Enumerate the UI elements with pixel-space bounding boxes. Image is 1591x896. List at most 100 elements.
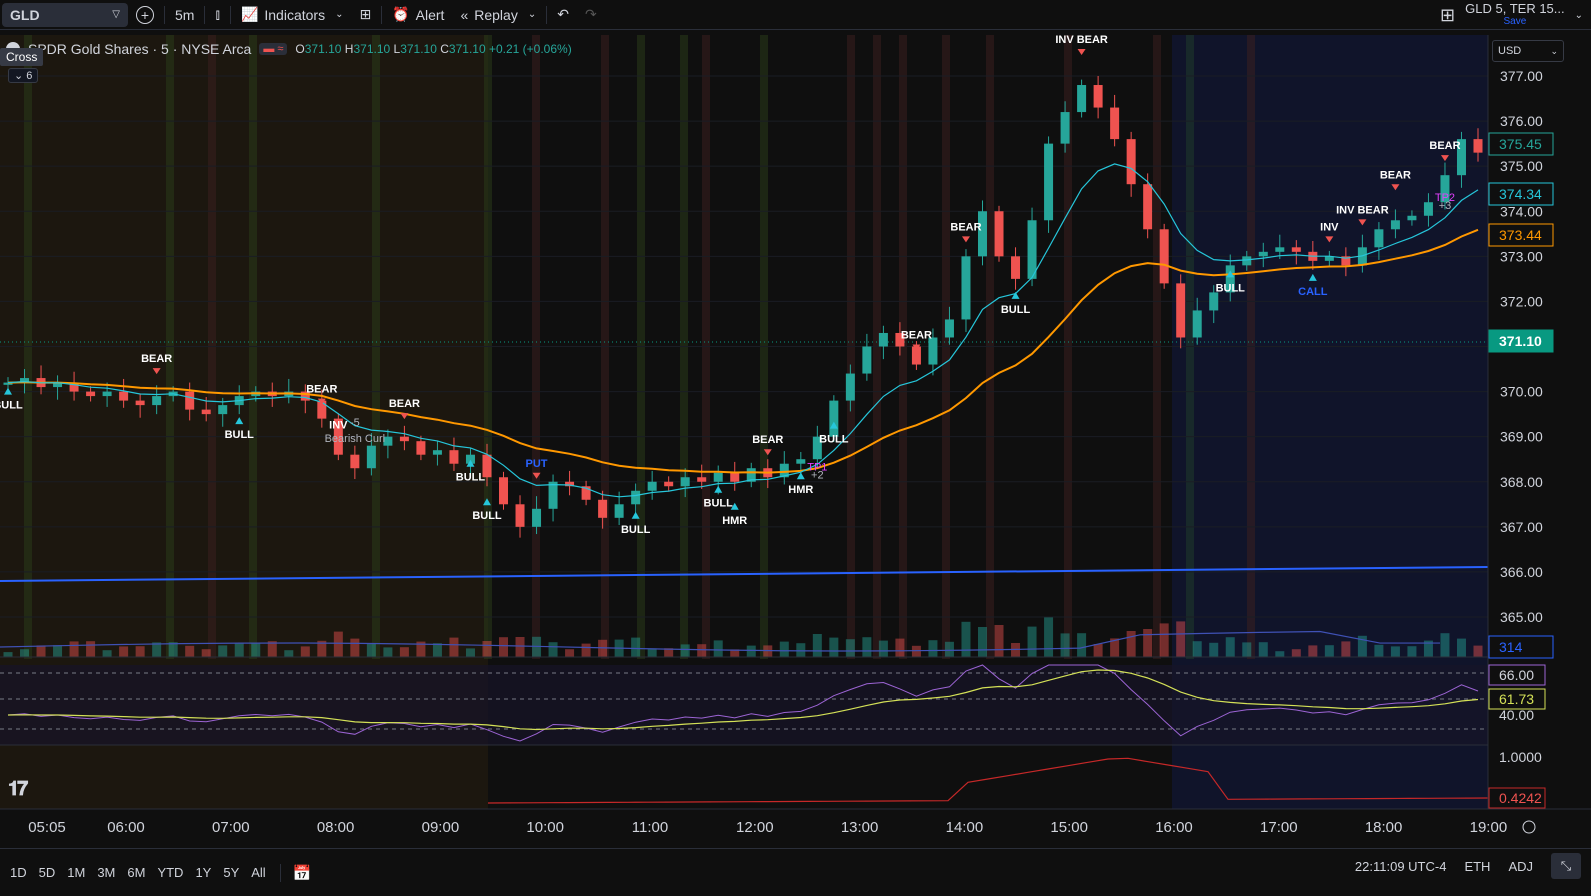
candle-body (432, 450, 442, 455)
time-tick-label: 10:00 (526, 819, 564, 836)
clock-time[interactable]: 22:11:09 UTC-4 (1355, 859, 1447, 874)
price-label-value: 375.45 (1499, 136, 1542, 152)
chart-type-button[interactable]: ⫾ (207, 0, 227, 30)
candle-body (135, 400, 145, 406)
candle-body (1209, 292, 1219, 311)
volume-bar (1093, 644, 1103, 657)
interval-button[interactable]: 5m (167, 0, 202, 30)
candle-body (862, 346, 872, 374)
session-toggle[interactable]: ETH (1464, 859, 1490, 874)
candle-body (1473, 139, 1483, 153)
fullscreen-button[interactable]: ⤡ (1551, 853, 1581, 879)
price-tick-label: 367.00 (1500, 519, 1543, 535)
calendar-icon[interactable]: 📅 (293, 864, 312, 882)
templates-button[interactable]: ⊞ (351, 0, 379, 30)
volume-bar (631, 637, 641, 657)
volume-bar (1192, 641, 1202, 657)
time-tick-label: 14:00 (946, 819, 984, 836)
divider (164, 5, 165, 24)
candle-body (1060, 112, 1070, 144)
redo-button[interactable]: ↷ (577, 0, 605, 30)
time-tick-label: 12:00 (736, 819, 774, 836)
volume-bar (1390, 646, 1400, 657)
indicators-collapse-button[interactable]: ⌄ 6 (8, 68, 39, 83)
candle-body (1242, 256, 1252, 266)
volume-bar (350, 638, 360, 657)
candles-icon: ⫾ (215, 6, 220, 22)
volume-bar (251, 643, 261, 657)
collapsed-count: 6 (26, 70, 33, 82)
signal-label: BULL (225, 429, 255, 441)
signal-label: INV BEAR (1055, 34, 1108, 46)
range-button-1y[interactable]: 1Y (195, 865, 211, 880)
indicators-button[interactable]: 📈 Indicators ⌄ (233, 0, 352, 30)
layout-name-button[interactable]: GLD 5, TER 15... Save (1465, 2, 1564, 28)
volume-bar (333, 631, 343, 657)
lower-indicator-top-label: 1.0000 (1499, 749, 1542, 765)
adj-toggle[interactable]: ADJ (1508, 859, 1533, 874)
volume-bar (1456, 638, 1466, 657)
replay-button[interactable]: « Replay ⌄ (452, 0, 544, 30)
volume-bar (1209, 642, 1219, 657)
candle-body (878, 332, 888, 347)
range-button-ytd[interactable]: YTD (157, 865, 183, 880)
volume-bar (1291, 649, 1301, 657)
time-tick-label: 19:00 (1470, 819, 1508, 836)
chevron-down-icon: ▽ (112, 9, 120, 20)
layout-grid-icon[interactable]: ⊞ (1440, 5, 1455, 26)
range-button-5y[interactable]: 5Y (223, 865, 239, 880)
range-button-all[interactable]: All (251, 865, 265, 880)
volume-bar (1077, 633, 1087, 657)
signal-label: BEAR (950, 221, 981, 233)
undo-button[interactable]: ↶ (549, 0, 577, 30)
candle-body (944, 319, 954, 338)
rsi-value-label: 61.73 (1499, 691, 1534, 707)
volume-bar (944, 641, 954, 657)
candle-body (961, 256, 971, 320)
range-button-1d[interactable]: 1D (10, 865, 27, 880)
signal-label: HMR (722, 515, 747, 527)
signal-label: BULL (472, 510, 502, 522)
candle-body (697, 477, 707, 482)
range-button-1m[interactable]: 1M (67, 865, 85, 880)
candle-body (1423, 202, 1433, 216)
volume-bar (796, 643, 806, 657)
candle-body (1077, 85, 1087, 113)
currency-select[interactable]: USD ⌄ (1492, 40, 1564, 62)
divider (546, 5, 548, 24)
volume-bar (565, 649, 575, 657)
range-button-5d[interactable]: 5D (39, 865, 56, 880)
candle-body (730, 472, 740, 482)
grid-icon: ⊞ (359, 6, 372, 22)
add-symbol-button[interactable]: + (128, 0, 162, 30)
price-chart[interactable]: BULL BEAR BULL BEAR BULL BULL BULL BEAR HMR BEAR H… (0, 31, 1591, 847)
time-tick-label: 05:05 (28, 819, 66, 836)
chevron-down-icon: ⌄ (527, 9, 537, 20)
symbol-search-button[interactable]: GLD ▽ (2, 2, 128, 27)
volume-bar (499, 637, 509, 657)
divider (204, 5, 206, 24)
candle-body (548, 481, 558, 509)
signal-label: BEAR (1429, 140, 1460, 152)
candle-body (366, 445, 376, 469)
currency-label: USD (1498, 45, 1522, 57)
volume-bar (3, 652, 13, 657)
candle-body (1110, 107, 1120, 140)
range-button-3m[interactable]: 3M (97, 865, 115, 880)
candle-body (977, 211, 987, 257)
time-tick-label: 11:00 (632, 819, 668, 836)
legend-toggle-button[interactable]: ▬ ≈ (259, 43, 288, 55)
candle-body (86, 391, 96, 397)
chevron-down-icon[interactable]: ⌄ (1575, 10, 1583, 21)
candle-body (631, 490, 641, 505)
signal-label: Bearish Curl (325, 433, 386, 445)
signal-label: +3 (1439, 200, 1452, 212)
range-button-6m[interactable]: 6M (127, 865, 145, 880)
candle-body (1093, 85, 1103, 108)
price-tick-label: 377.00 (1500, 68, 1543, 84)
signal-label: -5 (350, 417, 360, 429)
alert-button[interactable]: ⏰ Alert (384, 0, 452, 30)
volume-bar (713, 640, 723, 657)
divider (229, 5, 231, 24)
candle-body (1159, 229, 1169, 284)
